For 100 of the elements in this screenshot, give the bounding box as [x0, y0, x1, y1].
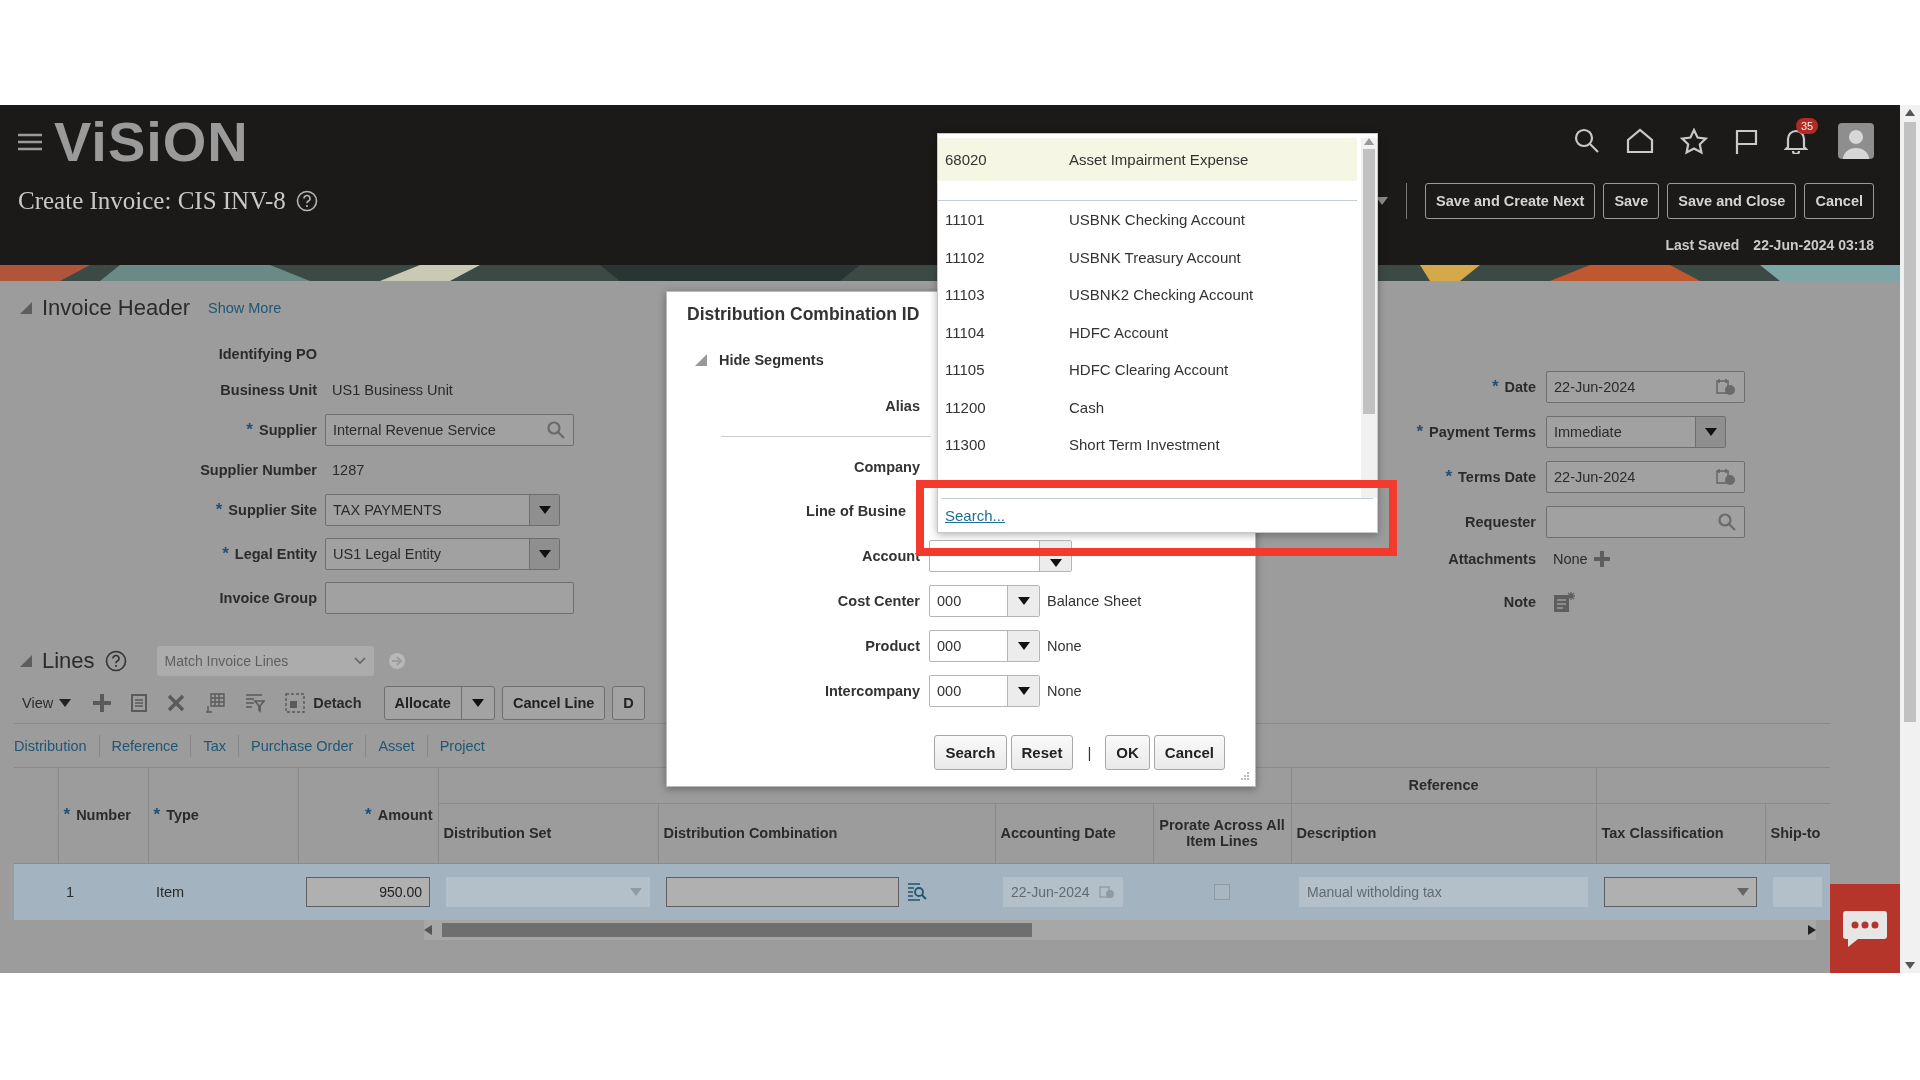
menu-icon[interactable]	[18, 133, 42, 151]
lookup-icon[interactable]	[907, 881, 927, 902]
detach-button[interactable]: Detach	[313, 695, 362, 711]
column-header[interactable]: Distribution Set	[438, 803, 658, 863]
input-field[interactable]	[325, 582, 574, 614]
calendar-icon[interactable]	[1716, 467, 1736, 486]
dropdown-field[interactable]: TAX PAYMENTS	[325, 494, 560, 526]
dropdown-field[interactable]	[929, 539, 1072, 572]
list-icon[interactable]	[131, 694, 148, 712]
caret-icon[interactable]	[1017, 686, 1030, 695]
down-arrow-icon[interactable]	[1905, 962, 1915, 969]
dialog-button[interactable]: Cancel	[1153, 735, 1225, 770]
right-arrow-icon[interactable]	[1808, 925, 1816, 935]
column-header[interactable]: Tax Classification	[1596, 803, 1765, 863]
collapse-icon[interactable]	[695, 354, 707, 366]
caret-icon[interactable]	[1704, 427, 1717, 436]
tab-link[interactable]: Purchase Order	[238, 735, 366, 757]
notifications-icon[interactable]	[1784, 128, 1808, 154]
show-more-link[interactable]: Show More	[208, 300, 282, 316]
dropdown-button[interactable]	[529, 495, 559, 525]
calendar-icon[interactable]	[1716, 377, 1736, 396]
caret-icon[interactable]	[1017, 641, 1030, 650]
account-option[interactable]: 11103 USBNK2 Checking Account	[938, 276, 1357, 314]
tab-link[interactable]: Distribution	[14, 735, 99, 757]
toolbar-button[interactable]: Allocate	[383, 686, 495, 720]
vertical-scrollbar[interactable]	[1900, 105, 1920, 973]
note-icon[interactable]	[1553, 591, 1575, 613]
up-arrow-icon[interactable]	[1905, 109, 1915, 116]
help-icon[interactable]	[104, 650, 127, 672]
header-button[interactable]: Cancel	[1804, 183, 1874, 219]
dialog-button[interactable]: Reset	[1010, 735, 1074, 770]
home-icon[interactable]	[1626, 128, 1654, 154]
dropdown-button[interactable]	[1695, 416, 1725, 447]
caret-icon[interactable]	[471, 699, 484, 707]
table-icon[interactable]	[205, 693, 226, 713]
date-field[interactable]: 22-Jun-2024	[1546, 370, 1745, 403]
filter-icon[interactable]	[245, 693, 266, 713]
tab-link[interactable]: Tax	[190, 735, 238, 757]
dropdown-field[interactable]: 000	[929, 629, 1040, 662]
search-link[interactable]: Search...	[945, 507, 1006, 524]
account-option[interactable]: 11104 HDFC Account	[938, 313, 1357, 351]
left-arrow-icon[interactable]	[424, 925, 432, 935]
column-header[interactable]: * Amount	[298, 768, 438, 863]
dropdown-field[interactable]: US1 Legal Entity	[325, 538, 560, 570]
header-button[interactable]: Save and Create Next	[1425, 183, 1596, 219]
resize-grip-icon[interactable]	[1239, 770, 1249, 780]
account-option[interactable]: 11200 Cash	[938, 388, 1357, 426]
column-header[interactable]: Distribution Combination	[658, 803, 995, 863]
tab-link[interactable]: Reference	[98, 735, 191, 757]
toolbar-button[interactable]: Cancel Line	[501, 686, 606, 720]
input-field[interactable]: 950.00	[306, 876, 430, 907]
search-icon[interactable]	[1574, 128, 1600, 154]
logo[interactable]: ViSiON	[54, 117, 249, 167]
search-field[interactable]	[1546, 505, 1745, 538]
toolbar-button[interactable]: D	[612, 686, 645, 720]
dropdown-field[interactable]	[1604, 876, 1757, 907]
dialog-button[interactable]: OK	[1105, 735, 1150, 770]
popup-scrollbar[interactable]	[1361, 138, 1377, 498]
collapse-icon[interactable]	[20, 655, 32, 667]
dropdown-button[interactable]	[529, 539, 559, 569]
account-option[interactable]: 11105 HDFC Clearing Account	[938, 351, 1357, 389]
view-menu[interactable]: View	[22, 695, 72, 711]
dropdown-button[interactable]	[1007, 675, 1039, 706]
column-header[interactable]: Prorate Across All Item Lines	[1153, 803, 1291, 863]
caret-icon[interactable]	[1049, 558, 1062, 567]
header-button[interactable]: Save	[1603, 183, 1660, 219]
caret-icon[interactable]	[1017, 596, 1030, 605]
horizontal-scrollbar[interactable]	[424, 920, 1816, 940]
dropdown-field[interactable]: 000	[929, 674, 1040, 707]
dropdown-field[interactable]: Immediate	[1546, 415, 1726, 448]
dropdown-field[interactable]: 000	[929, 584, 1040, 617]
collapse-icon[interactable]	[20, 302, 32, 314]
input-field[interactable]	[666, 876, 899, 907]
flag-icon[interactable]	[1734, 128, 1758, 154]
chat-button[interactable]	[1830, 884, 1900, 973]
add-icon[interactable]	[1593, 551, 1610, 567]
caret-icon[interactable]	[538, 506, 551, 514]
search-field[interactable]: Internal Revenue Service	[325, 414, 574, 446]
help-icon[interactable]	[295, 190, 318, 212]
account-option[interactable]: 11102 USBNK Treasury Account	[938, 238, 1357, 276]
dropdown-button[interactable]	[1007, 630, 1039, 661]
caret-icon[interactable]	[59, 699, 72, 707]
caret-icon[interactable]	[1376, 197, 1389, 205]
column-header[interactable]: * Type	[148, 768, 298, 863]
detach-icon[interactable]	[285, 693, 306, 713]
star-icon[interactable]	[1680, 127, 1708, 155]
account-option[interactable]: 68020 Asset Impairment Expense	[938, 138, 1357, 181]
date-field[interactable]: 22-Jun-2024	[1546, 460, 1745, 493]
delete-icon[interactable]	[167, 694, 186, 712]
column-header[interactable]: * Number	[58, 768, 148, 863]
account-option[interactable]: 11101 USBNK Checking Account	[938, 201, 1357, 239]
tab-link[interactable]: Asset	[365, 735, 427, 757]
dialog-button[interactable]: Search	[934, 735, 1007, 770]
avatar[interactable]	[1838, 123, 1874, 159]
dropdown-button[interactable]	[1007, 585, 1039, 616]
column-header[interactable]: Description	[1291, 803, 1596, 863]
caret-icon[interactable]	[538, 550, 551, 558]
header-button[interactable]: Save and Close	[1667, 183, 1797, 219]
column-header[interactable]: Accounting Date	[995, 803, 1153, 863]
segments-toggle[interactable]: Hide Segments	[719, 352, 824, 368]
